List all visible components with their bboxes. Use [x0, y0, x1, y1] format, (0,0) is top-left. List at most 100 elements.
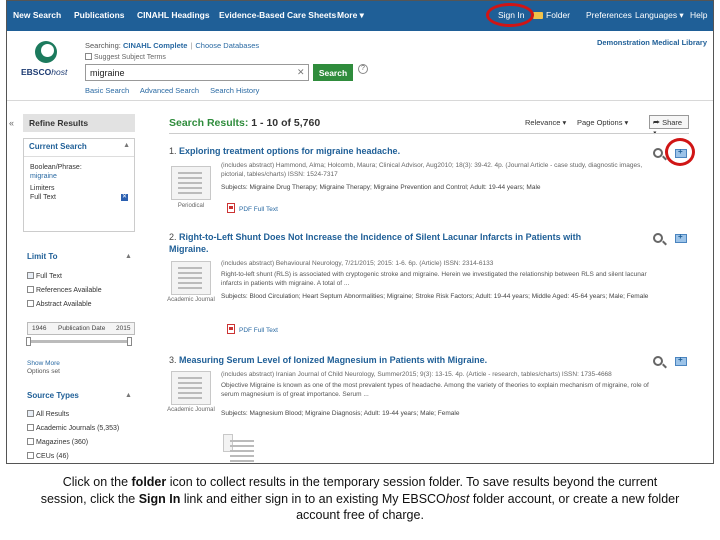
limit-references-available[interactable]: References Available: [27, 286, 102, 294]
search-history-link[interactable]: Search History: [210, 86, 259, 95]
checkbox-checked[interactable]: [27, 272, 34, 279]
result-type-1: Periodical: [177, 203, 205, 209]
checkbox[interactable]: [27, 300, 34, 307]
search-help-icon[interactable]: ?: [358, 64, 368, 74]
basic-search-link[interactable]: Basic Search: [85, 86, 129, 95]
limit-to-caret-icon[interactable]: ▲: [125, 253, 132, 260]
academic-journal-thumbnail-icon[interactable]: [171, 371, 211, 405]
result-title-1[interactable]: 1. Exploring treatment options for migra…: [169, 146, 400, 156]
share-icon: ⮫: [653, 118, 663, 127]
options-set-link[interactable]: Options set: [27, 368, 60, 375]
source-magazines[interactable]: Magazines (360): [27, 438, 88, 446]
page-options-dropdown[interactable]: Page Options ▾: [577, 118, 628, 127]
date-from[interactable]: 1946: [32, 325, 46, 332]
date-label: Publication Date: [58, 325, 106, 332]
pdf-full-text-link-1[interactable]: PDF Full Text: [227, 203, 278, 213]
nav-cinahl-headings[interactable]: CINAHL Headings: [137, 10, 210, 20]
preview-magnifier-icon[interactable]: [653, 148, 663, 158]
checkbox[interactable]: [27, 286, 34, 293]
preferences-link[interactable]: Preferences: [586, 10, 632, 20]
help-link[interactable]: Help: [690, 10, 707, 20]
preview-magnifier-icon[interactable]: [653, 356, 663, 366]
folder-link[interactable]: Folder: [533, 10, 570, 20]
suggest-subject-checkbox[interactable]: [85, 53, 92, 60]
date-slider-handle-left[interactable]: [26, 337, 31, 346]
pdf-icon: [227, 203, 235, 213]
nav-evidence-based-care-sheets[interactable]: Evidence-Based Care Sheets: [219, 10, 336, 20]
page-preview-icon[interactable]: [223, 434, 254, 452]
limit-full-text[interactable]: Full Text: [27, 272, 62, 280]
collapse-caret-icon[interactable]: ▲: [123, 142, 130, 149]
periodical-thumbnail-icon[interactable]: [171, 166, 211, 200]
checkbox[interactable]: [27, 452, 34, 459]
pdf-icon: [227, 324, 235, 334]
boolean-phrase-label: Boolean/Phrase:: [30, 164, 82, 171]
date-slider-handle-right[interactable]: [127, 337, 132, 346]
collapse-sidebar-icon[interactable]: «: [9, 118, 14, 128]
choose-databases-link[interactable]: Choose Databases: [195, 41, 259, 50]
clear-search-icon[interactable]: ✕: [297, 67, 305, 78]
advanced-search-link[interactable]: Advanced Search: [140, 86, 199, 95]
result-type-3: Academic Journal: [167, 407, 215, 413]
source-academic-journals[interactable]: Academic Journals (5,353): [27, 424, 119, 432]
sign-in-highlight-circle: [486, 3, 534, 27]
folder-highlight-circle: [665, 138, 695, 166]
academic-journal-thumbnail-icon[interactable]: [171, 261, 211, 295]
current-search-title[interactable]: Current Search: [24, 139, 134, 154]
result-meta-1: (includes abstract) Hammond, Alma; Holco…: [221, 162, 643, 178]
limiter-full-text: Full Text ✕: [30, 194, 128, 201]
nav-new-search[interactable]: New Search: [13, 10, 61, 20]
result-meta-2: (includes abstract) Behavioural Neurolog…: [221, 260, 494, 267]
ebsco-logo-icon: [35, 41, 57, 63]
remove-limiter-icon[interactable]: ✕: [121, 194, 128, 201]
limit-abstract-available[interactable]: Abstract Available: [27, 300, 92, 308]
source-all-results[interactable]: All Results: [27, 410, 69, 418]
pdf-full-text-link-2[interactable]: PDF Full Text: [227, 324, 278, 334]
boolean-phrase-value[interactable]: migraine: [24, 172, 134, 181]
search-mode-links: Basic Search Advanced Search Search Hist…: [85, 86, 268, 95]
result-subjects-3: Subjects: Magnesium Blood; Migraine Diag…: [221, 410, 460, 417]
refine-sidebar: « Refine Results Current Search ▲ Boolea…: [7, 106, 139, 463]
add-to-folder-icon[interactable]: [675, 355, 687, 366]
search-input[interactable]: [85, 64, 309, 81]
result-abstract-3: Objective Migraine is known as one of th…: [221, 382, 649, 398]
source-types-title[interactable]: Source Types: [27, 391, 79, 400]
database-name: CINAHL Complete: [122, 41, 188, 50]
limiters-label: Limiters: [30, 185, 55, 192]
checkbox[interactable]: [27, 438, 34, 445]
preview-magnifier-icon[interactable]: [653, 233, 663, 243]
top-nav-bar: New Search Publications CINAHL Headings …: [7, 1, 713, 31]
result-subjects-2: Subjects: Blood Circulation; Heart Septu…: [221, 293, 649, 300]
folder-icon: [533, 12, 543, 19]
checkbox-checked[interactable]: [27, 410, 34, 417]
nav-publications[interactable]: Publications: [74, 10, 125, 20]
institution-name: Demonstration Medical Library: [596, 38, 707, 47]
share-button[interactable]: ⮫ Share ▾: [649, 115, 689, 137]
date-to[interactable]: 2015: [116, 325, 130, 332]
result-title-3[interactable]: 3. Measuring Serum Level of Ionized Magn…: [169, 355, 487, 365]
show-more-link[interactable]: Show More: [27, 360, 60, 367]
sort-relevance-dropdown[interactable]: Relevance ▾: [525, 118, 566, 127]
limit-to-title[interactable]: Limit To: [27, 252, 58, 261]
result-title-2[interactable]: 2. Right-to-Left Shunt Does Not Increase…: [169, 232, 581, 242]
refine-results-heading: Refine Results: [23, 114, 135, 132]
source-types-caret-icon[interactable]: ▲: [125, 392, 132, 399]
divider: [169, 133, 689, 134]
result-subjects-1: Subjects: Migraine Drug Therapy; Migrain…: [221, 184, 541, 191]
add-to-folder-icon[interactable]: [675, 232, 687, 243]
folder-link-label: Folder: [546, 10, 571, 20]
result-abstract-2: Right-to-left shunt (RLS) is associated …: [221, 271, 647, 287]
suggest-subject-terms[interactable]: Suggest Subject Terms: [85, 53, 166, 61]
publication-date-range[interactable]: 1946 Publication Date 2015: [27, 322, 135, 335]
ebsco-screenshot: New Search Publications CINAHL Headings …: [6, 0, 714, 464]
source-ceus[interactable]: CEUs (46): [27, 452, 69, 460]
search-button[interactable]: Search: [313, 64, 353, 81]
nav-more[interactable]: More ▾: [337, 10, 364, 21]
ebsco-logo-text: EBSCOhost: [21, 67, 68, 77]
checkbox[interactable]: [27, 424, 34, 431]
date-slider[interactable]: [26, 337, 132, 346]
result-title-2-line2[interactable]: Migraine.: [169, 244, 209, 254]
current-search-panel: Current Search ▲ Boolean/Phrase: migrain…: [23, 138, 135, 232]
instruction-caption: Click on the folder icon to collect resu…: [40, 475, 680, 522]
languages-menu[interactable]: Languages ▾: [635, 10, 684, 21]
